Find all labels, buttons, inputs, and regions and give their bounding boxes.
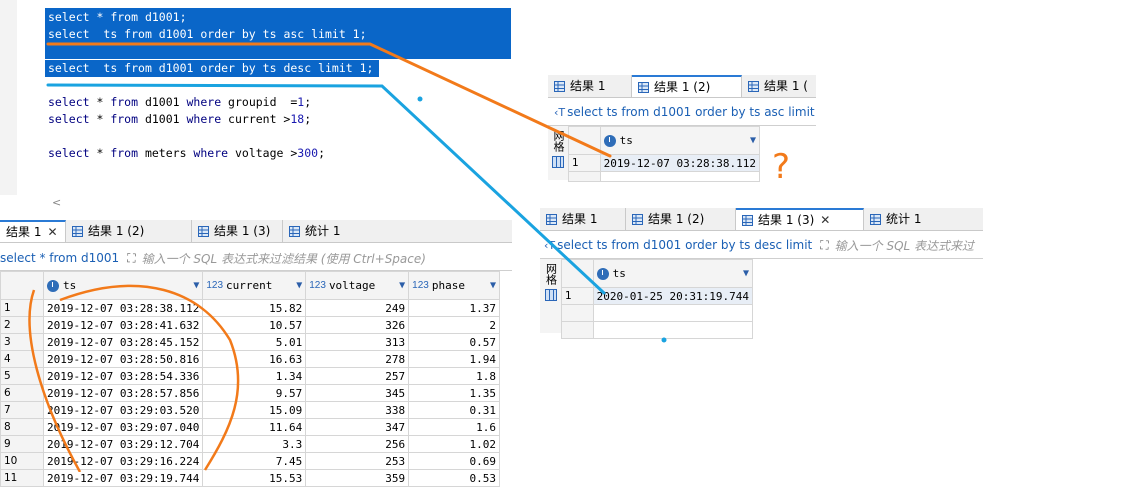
orange-loop-line: [28, 284, 240, 472]
blue-dot: [417, 96, 423, 102]
blue-dot: [661, 337, 667, 343]
question-mark-annotation: ?: [772, 147, 790, 187]
cell-voltage[interactable]: 359: [305, 469, 410, 487]
blue-arrow-line: [46, 83, 606, 295]
cell-ts[interactable]: 2019-12-07 03:29:19.744: [43, 469, 204, 487]
row-number: 11: [0, 469, 45, 487]
table-row[interactable]: 11 2019-12-07 03:29:19.744 15.53 359 0.53: [0, 469, 500, 487]
cell-phase[interactable]: 0.53: [408, 469, 500, 487]
orange-arrow-line: [46, 42, 612, 158]
cell-current[interactable]: 15.53: [202, 469, 307, 487]
annotation-overlay: ?: [28, 42, 790, 472]
